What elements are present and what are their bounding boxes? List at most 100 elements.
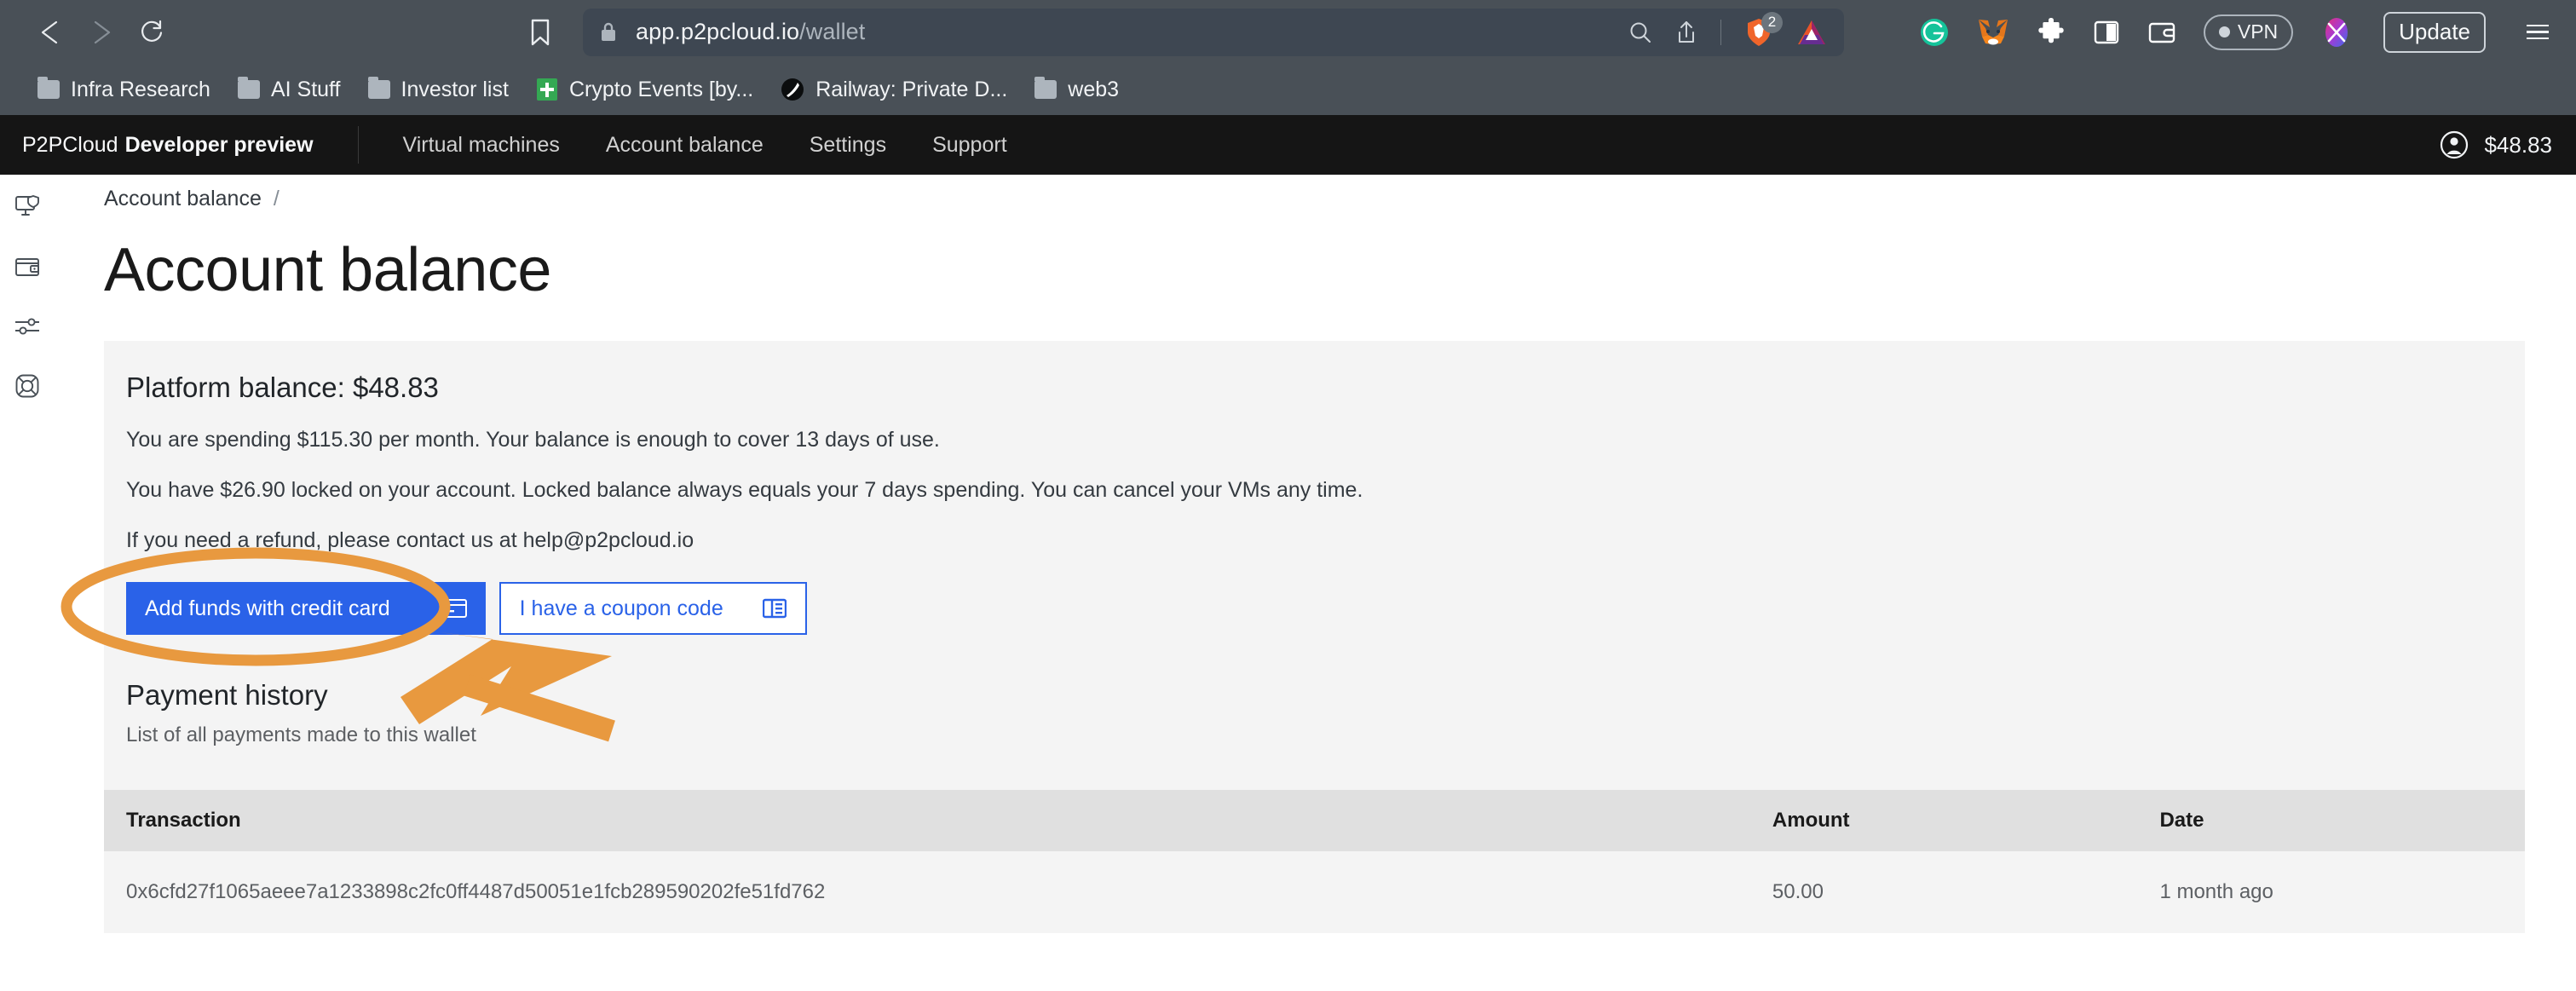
url-bar-actions: 2 [1628,17,1827,48]
metamask-icon[interactable] [1977,18,2009,47]
nav-settings[interactable]: Settings [810,133,886,158]
nav-virtual-machines[interactable]: Virtual machines [403,133,560,158]
cell-amount: 50.00 [1750,851,2138,933]
vpn-status-dot [2219,26,2230,37]
brand-name: P2PCloud [22,133,118,158]
cell-transaction: 0x6cfd27f1065aeee7a1233898c2fc0ff4487d50… [104,851,1750,933]
bookmark-label: Railway: Private D... [815,78,1007,102]
payment-history-title: Payment history [126,679,2503,712]
balance-line-spending: You are spending $115.30 per month. Your… [126,426,2503,455]
platform-balance-heading: Platform balance: $48.83 [126,372,2503,404]
bookmark-item[interactable]: Crypto Events [by... [522,72,767,107]
url-path: /wallet [799,19,865,44]
bookmark-label: AI Stuff [271,78,341,102]
lock-icon [600,21,617,43]
back-arrow-icon[interactable] [36,18,65,47]
browser-toolbar: app.p2pcloud.io/wallet 2 [0,0,2576,64]
brand-tagline: Developer preview [125,133,314,158]
rail-support[interactable] [7,367,48,408]
coupon-code-button[interactable]: I have a coupon code [499,582,807,635]
main-content: Account balance / Account balance Platfo… [55,175,2576,940]
browser-chrome: app.p2pcloud.io/wallet 2 [0,0,2576,115]
vpn-button[interactable]: VPN [2204,14,2293,50]
update-button[interactable]: Update [2383,12,2486,53]
app-nav: Virtual machines Account balance Setting… [403,133,1007,158]
bookmark-item[interactable]: Railway: Private D... [767,72,1021,107]
balance-card: Platform balance: $48.83 You are spendin… [104,341,2525,933]
bookmark-item[interactable]: Infra Research [24,72,224,107]
wallet-icon[interactable] [2147,20,2176,45]
account-avatar-icon [2440,130,2469,159]
page-body: Account balance / Account balance Platfo… [0,175,2576,940]
folder-icon [1034,80,1057,99]
brave-shields-icon[interactable]: 2 [1745,17,1772,48]
breadcrumb-account-balance[interactable]: Account balance [104,187,262,211]
profile-avatar-icon[interactable] [2320,16,2353,49]
bookmark-item[interactable]: AI Stuff [224,72,354,107]
bat-rewards-icon[interactable] [1796,19,1827,46]
header-account[interactable]: $48.83 [2440,130,2552,159]
sliders-icon [14,316,41,341]
coupon-ticket-icon [763,598,787,619]
bookmark-label: web3 [1068,78,1119,102]
sidebar-panel-icon[interactable] [2093,19,2120,46]
search-icon[interactable] [1628,20,1652,44]
folder-icon [368,80,390,99]
rail-account-balance[interactable] [7,248,48,289]
grammarly-icon[interactable] [1919,17,1950,48]
breadcrumb-separator: / [274,187,279,211]
address-bar-area: app.p2pcloud.io/wallet 2 [525,9,1844,56]
column-header-date[interactable]: Date [2137,790,2525,851]
extension-icons: VPN Update [1919,12,2552,53]
credit-card-icon [443,599,467,618]
payment-history-subtitle: List of all payments made to this wallet [126,723,2503,747]
nav-account-balance[interactable]: Account balance [606,133,764,158]
balance-card-body: Platform balance: $48.83 You are spendin… [104,372,2525,640]
bookmarks-bar: Infra Research AI Stuff Investor list Cr… [0,64,2576,115]
forward-arrow-icon[interactable] [87,18,116,47]
column-header-transaction[interactable]: Transaction [104,790,1750,851]
url-bar[interactable]: app.p2pcloud.io/wallet 2 [583,9,1844,56]
app-header: P2PCloud Developer preview Virtual machi… [0,115,2576,175]
railway-icon [781,78,804,101]
page-title: Account balance [104,235,2525,305]
table-header-row: Transaction Amount Date [104,790,2525,851]
vpn-label: VPN [2238,20,2278,43]
rail-settings[interactable] [7,308,48,349]
cell-date: 1 month ago [2137,851,2525,933]
wallet-icon [14,256,40,282]
payment-history-block: Payment history List of all payments mad… [104,640,2525,747]
table-row[interactable]: 0x6cfd27f1065aeee7a1233898c2fc0ff4487d50… [104,851,2525,933]
header-divider [358,126,359,164]
header-balance: $48.83 [2484,132,2552,158]
table-body: 0x6cfd27f1065aeee7a1233898c2fc0ff4487d50… [104,851,2525,933]
add-funds-label: Add funds with credit card [145,596,390,621]
monitor-shield-icon [14,195,40,223]
extensions-puzzle-icon[interactable] [2037,18,2066,47]
hamburger-menu-icon[interactable] [2527,25,2549,40]
toolbar-divider [1720,20,1721,45]
balance-action-buttons: Add funds with credit card I have a coup… [126,582,2503,640]
bookmark-icon[interactable] [525,17,556,48]
bookmark-item[interactable]: web3 [1021,72,1132,107]
bookmark-label: Infra Research [71,78,210,102]
reload-icon[interactable] [138,18,167,47]
bookmark-item[interactable]: Investor list [354,72,522,107]
payment-history-table: Transaction Amount Date 0x6cfd27f1065aee… [104,790,2525,933]
app-brand[interactable]: P2PCloud Developer preview [0,133,314,158]
column-header-amount[interactable]: Amount [1750,790,2138,851]
table-head: Transaction Amount Date [104,790,2525,851]
nav-support[interactable]: Support [932,133,1007,158]
coupon-code-label: I have a coupon code [520,596,723,621]
brave-shields-badge: 2 [1761,12,1783,33]
share-icon[interactable] [1676,20,1697,45]
bookmark-label: Crypto Events [by... [569,78,753,102]
balance-line-locked: You have $26.90 locked on your account. … [126,476,2503,505]
breadcrumb: Account balance / [104,175,2525,211]
add-funds-with-credit-card-button[interactable]: Add funds with credit card [126,582,486,635]
url-domain: app.p2pcloud.io [636,19,799,44]
url-text: app.p2pcloud.io/wallet [636,19,865,45]
rail-virtual-machines[interactable] [7,188,48,229]
icon-rail [0,175,55,940]
balance-line-refund: If you need a refund, please contact us … [126,527,2503,556]
